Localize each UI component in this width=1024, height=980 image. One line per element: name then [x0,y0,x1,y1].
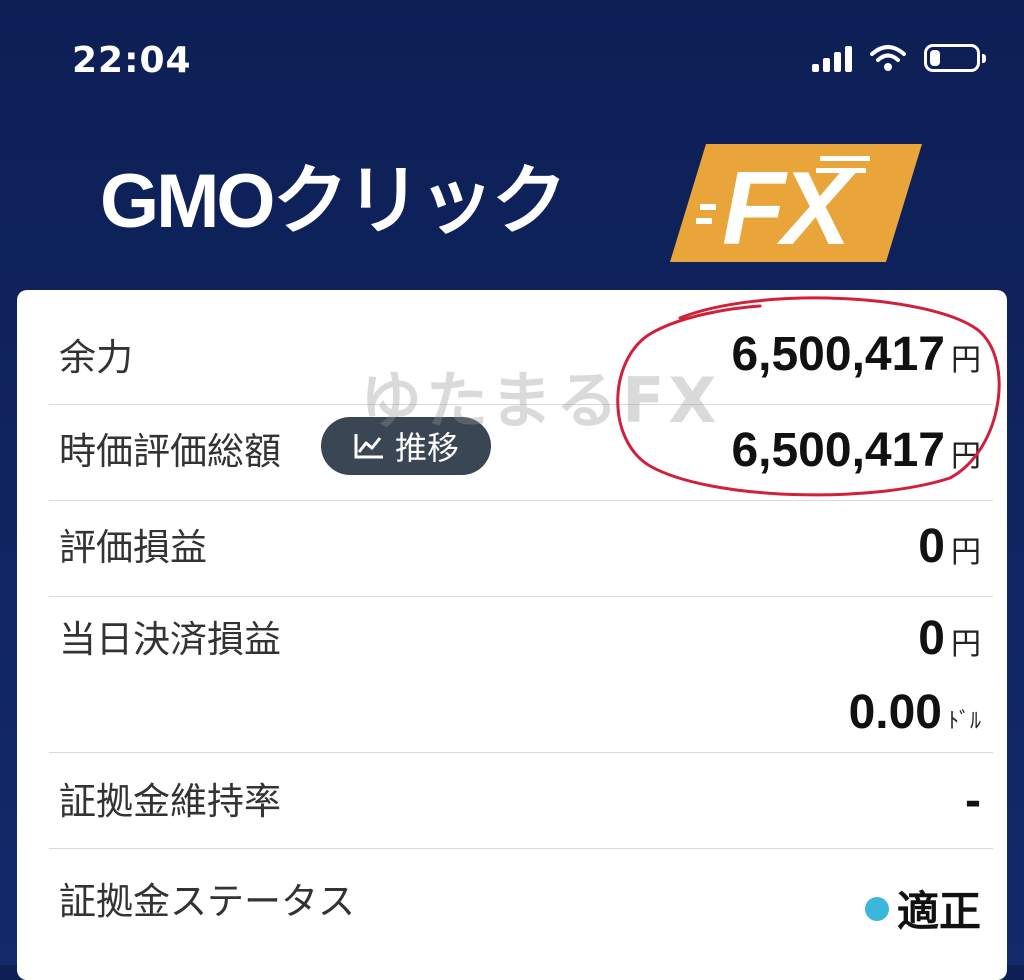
status-icons [812,44,986,72]
fx-badge-text: FX [722,151,857,262]
row-value: 6,500,417 円 [731,330,981,380]
row-value-usd: 0.00 ﾄﾞﾙ [849,688,981,738]
row-label: 余力 [59,336,133,379]
row-label: 証拠金ステータス [59,880,355,923]
row-label: 当日決済損益 [59,618,281,661]
currency-unit: 円 [951,343,981,378]
status-bar: 22:04 [0,0,1024,110]
row-unrealized-pl: 評価損益 0 円 [49,500,993,597]
row-value: 適正 [864,878,981,939]
trend-button[interactable]: 推移 [321,417,491,475]
trend-button-label: 推移 [394,429,459,467]
row-realized-pl-today: 当日決済損益 0 円 0.00 ﾄﾞﾙ [49,596,993,753]
amount: 0 [918,520,945,573]
currency-unit: 円 [951,535,981,570]
battery-icon [924,44,986,72]
row-market-value-total: 時価評価総額 推移 6,500,417 円 [49,404,993,501]
cellular-signal-icon [812,44,852,72]
row-available-margin: 余力 6,500,417 円 [49,308,993,405]
amount: 0 [918,612,945,665]
row-label: 評価損益 [59,526,207,569]
wifi-icon [870,45,906,71]
currency-unit: 円 [951,627,981,662]
row-value-yen: 0 円 [918,614,981,664]
row-value: 0 円 [918,522,981,572]
amount: - [965,774,981,827]
row-label: 証拠金維持率 [59,780,281,823]
row-value: - [965,776,981,826]
row-margin-ratio: 証拠金維持率 - [49,752,993,849]
row-margin-status: 証拠金ステータス 適正 [49,848,993,958]
account-summary-card: 余力 6,500,417 円 時価評価総額 推移 6,500,417 円 評価損… [17,290,1007,980]
status-badge: 適正 [896,887,981,936]
status-dot-icon [864,896,889,921]
clock: 22:04 [72,40,192,81]
fx-badge-logo: FX [670,144,922,262]
amount: 6,500,417 [731,328,945,381]
row-value: 6,500,417 円 [731,426,981,476]
app-logo: GMOクリック FX [0,130,1024,280]
currency-unit: 円 [951,439,981,474]
amount: 6,500,417 [731,424,945,477]
row-label: 時価評価総額 [59,430,281,473]
currency-unit-usd: ﾄﾞﾙ [947,709,981,734]
line-chart-icon [354,434,383,459]
logo-text: GMOクリック [100,159,568,244]
amount-usd: 0.00 [848,686,942,739]
